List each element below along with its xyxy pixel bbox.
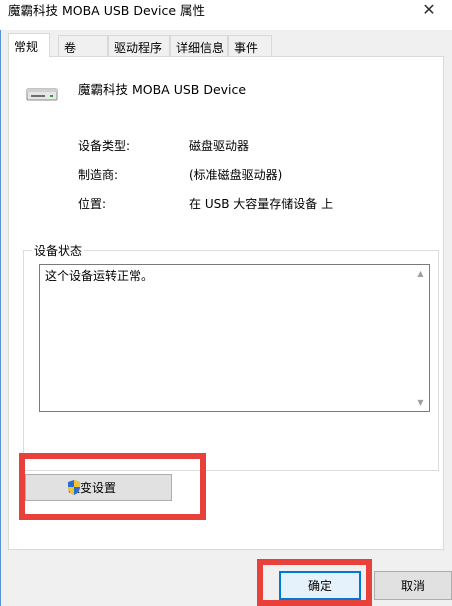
status-scrollbar[interactable]: ▲ ▼ (412, 265, 429, 411)
tab-label: 驱动程序 (114, 41, 163, 55)
ok-button[interactable]: 确定 (279, 571, 361, 600)
device-status-textbox[interactable]: 这个设备运转正常。 ▲ ▼ (39, 264, 430, 412)
tab-general[interactable]: 常规 (8, 33, 50, 57)
tab-details[interactable]: 详细信息 (170, 35, 228, 56)
tab-label: 常规 (14, 40, 39, 54)
location-label: 位置: (78, 197, 107, 211)
device-name: 魔霸科技 MOBA USB Device (78, 82, 247, 97)
tab-label: 详细信息 (176, 41, 225, 55)
location-value: 在 USB 大容量存储设备 上 (189, 197, 334, 211)
tab-events[interactable]: 事件 (228, 35, 272, 56)
close-icon: ✕ (422, 0, 436, 19)
scroll-up-icon[interactable]: ▲ (412, 265, 429, 282)
scroll-down-icon[interactable]: ▼ (412, 394, 429, 411)
tab-label: 事件 (234, 41, 259, 55)
ok-label: 确定 (307, 579, 332, 593)
close-button[interactable]: ✕ (406, 0, 452, 30)
highlight-change-settings (19, 453, 206, 520)
device-type-label: 设备类型: (78, 139, 131, 153)
cancel-button[interactable]: 取消 (374, 571, 452, 600)
usb-drive-icon (26, 88, 58, 101)
device-status-text: 这个设备运转正常。 (45, 269, 154, 283)
cancel-label: 取消 (400, 579, 425, 593)
window-edge (0, 30, 1, 606)
manufacturer-value: (标准磁盘驱动器) (189, 168, 283, 182)
title-bar: 魔霸科技 MOBA USB Device 属性 ✕ (0, 0, 452, 30)
tab-driver[interactable]: 驱动程序 (108, 35, 170, 56)
device-status-label: 设备状态 (32, 242, 85, 259)
window-title: 魔霸科技 MOBA USB Device 属性 (8, 3, 206, 18)
tab-volumes[interactable]: 卷 (58, 35, 108, 56)
device-status-group: 设备状态 这个设备运转正常。 ▲ ▼ (23, 242, 439, 471)
device-type-value: 磁盘驱动器 (189, 139, 250, 153)
manufacturer-label: 制造商: (78, 168, 119, 182)
tab-label: 卷 (64, 41, 77, 55)
